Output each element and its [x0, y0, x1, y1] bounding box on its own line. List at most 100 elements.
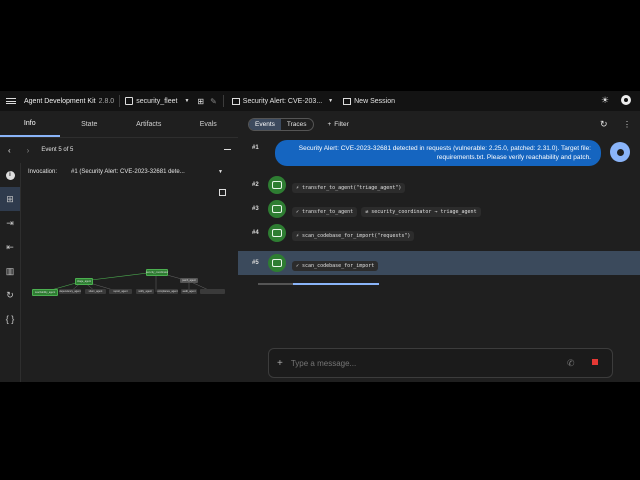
event-row-4[interactable]: #4 ⚡ scan_codebase_for_import("requests") — [238, 221, 640, 244]
tab-traces[interactable]: Traces — [281, 119, 313, 130]
graph-node-security-coordinator[interactable]: security_coordinator — [146, 269, 168, 276]
event-number: #2 — [252, 181, 259, 188]
app-select[interactable]: security_fleet ▼ — [125, 97, 189, 105]
refresh-cycle-icon[interactable]: ↻ — [0, 283, 20, 307]
event-row-user[interactable]: #1 Security Alert: CVE-2023-32681 detect… — [238, 139, 640, 169]
graph-node-extra[interactable] — [200, 289, 225, 294]
info-tabs: Info State Artifacts Evals — [0, 111, 238, 138]
function-call-pill[interactable]: ⚡ transfer_to_agent("triage_agent") — [292, 182, 406, 193]
events-traces-toggle: Events Traces — [248, 117, 314, 131]
refresh-icon[interactable]: ↻ — [600, 119, 608, 130]
chevron-down-icon: ▼ — [218, 169, 223, 175]
chevron-down-icon: ▼ — [184, 98, 190, 104]
graph-node-patch-agent[interactable]: patch_agent — [180, 278, 198, 283]
filter-button[interactable]: + Filter — [328, 121, 349, 128]
more-icon[interactable]: ⋮ — [623, 120, 631, 129]
chevron-down-icon: ▼ — [328, 98, 334, 104]
info-icon[interactable]: i — [0, 163, 20, 187]
function-response-pill[interactable]: ✓ transfer_to_agent — [292, 206, 358, 217]
tab-state[interactable]: State — [60, 111, 120, 137]
bolt-icon: ⚡ — [296, 184, 300, 191]
top-bar: Agent Development Kit 2.8.0 security_fle… — [0, 91, 640, 111]
graph-node-compliance-agent[interactable]: compliance_agent — [157, 289, 178, 294]
tab-info[interactable]: Info — [0, 111, 60, 137]
event-counter: Event 5 of 5 — [41, 147, 74, 153]
filter-label: Filter — [334, 120, 349, 128]
robot-icon — [268, 223, 286, 242]
new-session-button[interactable]: New Session — [343, 97, 395, 105]
swap-icon: ⇄ — [365, 208, 369, 215]
check-icon: ✓ — [296, 263, 300, 269]
plus-icon: + — [327, 120, 332, 128]
tab-artifacts[interactable]: Artifacts — [119, 111, 179, 137]
tab-evals[interactable]: Evals — [179, 111, 239, 137]
new-session-label: New Session — [354, 97, 395, 105]
user-avatar — [610, 142, 630, 162]
app-select-label: security_fleet — [136, 97, 178, 105]
robot-icon — [268, 175, 286, 194]
event-row-2[interactable]: #2 ⚡ transfer_to_agent("triage_agent") — [238, 173, 640, 196]
new-session-icon — [343, 97, 352, 105]
adk-app: Agent Development Kit 2.8.0 security_fle… — [0, 91, 640, 382]
next-event-icon[interactable]: › — [27, 146, 30, 155]
loading-bar-fill — [293, 283, 379, 285]
collapse-icon[interactable] — [224, 149, 231, 150]
graph-node-audit-agent[interactable]: audit_agent — [181, 289, 197, 294]
account-icon[interactable] — [621, 95, 631, 105]
attach-plus-icon[interactable]: + — [277, 358, 283, 369]
robot-icon — [268, 199, 286, 218]
check-icon: ✓ — [296, 208, 300, 215]
app-title: Agent Development Kit — [24, 97, 96, 105]
graph-node-notify-agent[interactable]: notify_agent — [136, 289, 154, 294]
theme-toggle-icon[interactable]: ☀ — [601, 95, 609, 106]
graph-node-triage-agent[interactable]: triage_agent — [75, 278, 93, 285]
user-message-bubble: Security Alert: CVE-2023-32681 detected … — [275, 140, 601, 166]
event-row-3[interactable]: #3 ✓ transfer_to_agent ⇄ security_coordinat… — [238, 197, 640, 220]
json-icon[interactable]: { } — [0, 307, 20, 331]
graph-view-icon[interactable]: ⊞ — [0, 187, 20, 211]
transfer-pill[interactable]: ⇄ security_coordinator → triage_agent — [361, 206, 481, 217]
graph-node-report-agent[interactable]: report_agent — [109, 289, 132, 294]
invocation-value: #1 (Security Alert: CVE-2023-32681 dete.… — [71, 169, 185, 175]
session-select[interactable]: Security Alert: CVE-203... ▼ — [231, 97, 334, 105]
event-row-5[interactable]: #5 ✓ scan_codebase_for_import — [238, 251, 640, 275]
app-select-icon — [125, 97, 134, 105]
right-header: Events Traces + Filter ↻ ⋮ — [238, 111, 640, 137]
invocation-select[interactable]: Invocation: #1 (Security Alert: CVE-2023… — [28, 164, 233, 180]
fullscreen-icon[interactable] — [219, 189, 226, 196]
loading-bar — [258, 283, 379, 285]
bolt-icon: ⚡ — [296, 232, 300, 239]
session-title: Security Alert: CVE-203... — [242, 97, 323, 105]
edit-icon[interactable]: ✎ — [210, 97, 217, 106]
graph-icon[interactable]: ⊞ — [197, 97, 204, 106]
previous-event-icon[interactable]: ‹ — [8, 146, 11, 155]
robot-icon — [268, 254, 286, 272]
stop-icon[interactable] — [592, 359, 598, 365]
response-icon[interactable]: ⇤ — [0, 235, 20, 259]
phone-icon[interactable]: ✆ — [567, 358, 575, 369]
app-version: 2.8.0 — [98, 97, 115, 105]
invocation-label: Invocation: — [28, 169, 58, 175]
graph-node-reachability-agent[interactable]: reachability_agent — [32, 289, 58, 296]
right-panel: Events Traces + Filter ↻ ⋮ #1 Security A… — [238, 111, 640, 382]
user-message-text: Security Alert: CVE-2023-32681 detected … — [298, 145, 591, 161]
session-icon — [231, 97, 240, 105]
message-input-box: + ✆ — [268, 348, 613, 378]
person-icon — [616, 148, 624, 156]
tab-events[interactable]: Events — [249, 118, 281, 130]
request-icon[interactable]: ⇥ — [0, 211, 20, 235]
graph-node-sbom-agent[interactable]: sbom_agent — [85, 289, 106, 294]
event-number: #5 — [252, 260, 259, 266]
event-number: #4 — [252, 229, 259, 236]
event-nav: ‹ › Event 5 of 5 — [0, 138, 238, 162]
left-panel: Info State Artifacts Evals ‹ › Event 5 o… — [0, 111, 239, 382]
left-rail: i ⊞ ⇥ ⇤ ▥ ↻ { } — [0, 163, 21, 382]
event-number: #3 — [252, 205, 259, 212]
graph-node-dependency-agent[interactable]: dependency_agent — [59, 289, 81, 294]
function-call-pill[interactable]: ⚡ scan_codebase_for_import("requests") — [292, 230, 415, 241]
agent-graph: security_coordinator triage_agent patch_… — [20, 241, 238, 301]
function-response-pill[interactable]: ✓ scan_codebase_for_import — [292, 261, 379, 271]
chart-icon[interactable]: ▥ — [0, 259, 20, 283]
menu-icon[interactable] — [6, 98, 16, 104]
message-input[interactable] — [288, 357, 543, 369]
